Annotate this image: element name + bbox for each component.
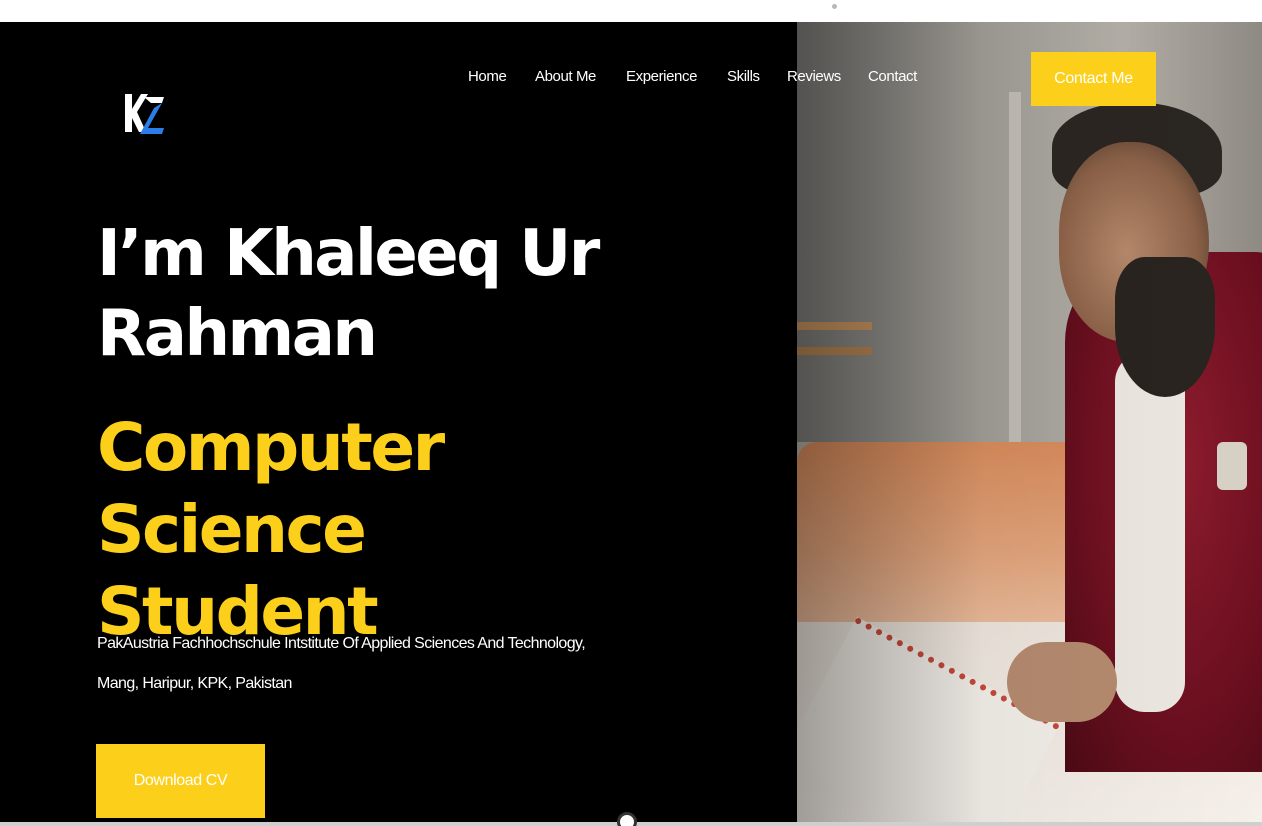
institute-line-2: Mang, Haripur, KPK, Pakistan bbox=[97, 675, 292, 692]
hero-role: Computer Science Student bbox=[97, 407, 717, 653]
hero-photo bbox=[797, 22, 1262, 824]
download-cv-button[interactable]: Download CV bbox=[96, 744, 265, 818]
headline-line-1: I’m Khaleeq Ur bbox=[97, 217, 600, 291]
headline-line-2: Rahman bbox=[97, 297, 378, 371]
page-dot-icon bbox=[832, 4, 837, 9]
nav-home[interactable]: Home bbox=[468, 68, 507, 85]
hero-headline: I’m Khaleeq Ur Rahman bbox=[97, 214, 697, 374]
contact-me-button[interactable]: Contact Me bbox=[1031, 52, 1156, 106]
nav-experience[interactable]: Experience bbox=[626, 68, 697, 85]
nav-skills[interactable]: Skills bbox=[727, 68, 760, 85]
hero-section: Home About Me Experience Skills Reviews … bbox=[0, 22, 1262, 824]
scroll-handle-icon[interactable] bbox=[617, 812, 637, 826]
browser-top-strip bbox=[0, 0, 1262, 22]
role-line-1: Computer Science bbox=[97, 409, 445, 568]
nav-about-me[interactable]: About Me bbox=[535, 68, 596, 85]
kz-logo-icon[interactable] bbox=[122, 92, 166, 136]
nav-reviews[interactable]: Reviews bbox=[787, 68, 841, 85]
institute-line-1: PakAustria Fachhochschule Intstitute Of … bbox=[97, 635, 586, 652]
institute-text: PakAustria Fachhochschule Intstitute Of … bbox=[97, 624, 657, 704]
nav-contact[interactable]: Contact bbox=[868, 68, 917, 85]
